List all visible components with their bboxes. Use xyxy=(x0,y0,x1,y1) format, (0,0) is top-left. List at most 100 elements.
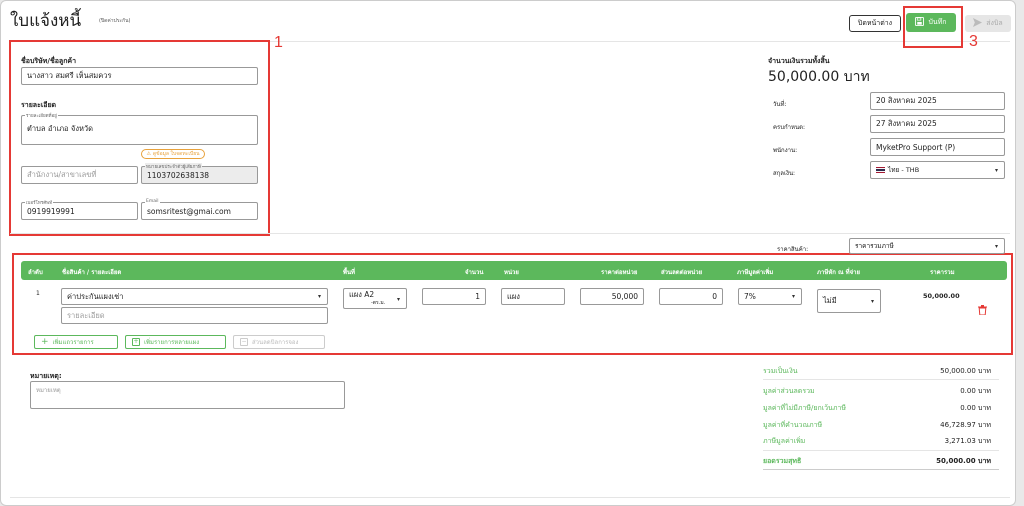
nontax-value: 0.00 บาท xyxy=(960,404,991,412)
notes-placeholder: หมายเหตุ xyxy=(36,387,61,394)
chevron-down-icon: ▾ xyxy=(396,296,400,303)
nontax-label: มูลค่าที่ไม่มีภาษี/ยกเว้นภาษี xyxy=(763,404,847,412)
grand-total-value: 50,000.00 บาท xyxy=(768,69,870,85)
area-sub: -ตร.ม. xyxy=(371,299,386,306)
add-row-button[interactable]: + เพิ่มแถวรายการ xyxy=(34,335,118,349)
branch-input[interactable]: สำนักงาน/สาขาเลขที่ xyxy=(21,166,138,184)
email-input[interactable]: somsritest@gmai.com xyxy=(141,202,258,220)
booking-discount-label: ส่วนลดบิลการจอง xyxy=(252,339,299,346)
col-discount: ส่วนลดต่อหน่วย xyxy=(661,269,703,276)
discount-total-label: มูลค่าส่วนลดรวม xyxy=(763,387,815,395)
product-detail-input[interactable]: รายละเอียด xyxy=(61,307,328,324)
discount-input[interactable]: 0 xyxy=(659,288,723,305)
area-select[interactable]: แผง A2 -ตร.ม. ▾ xyxy=(343,288,407,309)
product-detail-placeholder: รายละเอียด xyxy=(67,310,105,320)
chevron-down-icon: ▾ xyxy=(870,297,874,305)
tax-id-value: 1103702638138 xyxy=(147,170,210,180)
thai-flag-icon xyxy=(876,167,885,173)
discount-value: 0 xyxy=(712,292,717,301)
annotation-box-3 xyxy=(903,6,963,48)
send-icon xyxy=(973,18,983,29)
copy-plus-icon: + xyxy=(132,338,140,346)
page-subtitle: (ปิดค่าประกัน) xyxy=(99,18,131,24)
unit-value: แผง xyxy=(507,291,520,301)
totals-divider xyxy=(763,469,999,470)
address-value: ตำบล อำเภอ จังหวัด xyxy=(27,124,94,133)
date-input[interactable]: 20 สิงหาคม 2025 xyxy=(870,92,1005,110)
minus-box-icon: − xyxy=(240,338,248,346)
row-total: 50,000.00 xyxy=(923,292,960,300)
col-unit-price: ราคาต่อหน่วย xyxy=(601,269,638,276)
phone-value: 0919919991 xyxy=(27,206,75,216)
due-date-value: 27 สิงหาคม 2025 xyxy=(876,119,937,128)
taxable-label: มูลค่าที่คำนวณภาษี xyxy=(763,421,823,429)
qty-input[interactable]: 1 xyxy=(422,288,486,305)
due-date-input[interactable]: 27 สิงหาคม 2025 xyxy=(870,115,1005,133)
plus-icon: + xyxy=(41,337,49,347)
branch-placeholder: สำนักงาน/สาขาเลขที่ xyxy=(27,170,97,179)
warning-icon: ⚠ xyxy=(146,151,151,157)
price-type-select[interactable]: ราคารวมภาษี ▾ xyxy=(849,238,1005,254)
col-unit: หน่วย xyxy=(504,269,519,276)
unit-price-value: 50,000 xyxy=(611,292,638,301)
add-multiple-label: เพิ่มรายการหลายแผง xyxy=(144,339,200,346)
phone-label: เบอร์โทรศัพท์ xyxy=(25,199,54,206)
col-area: พื้นที่ xyxy=(343,269,356,276)
trash-icon[interactable] xyxy=(978,300,987,319)
customer-name-input[interactable]: นางสาว สมศรี เห็นสมควร xyxy=(21,67,258,85)
section-divider xyxy=(10,233,1010,234)
chevron-down-icon: ▾ xyxy=(791,293,795,300)
booking-discount-button[interactable]: − ส่วนลดบิลการจอง xyxy=(233,335,325,349)
chevron-down-icon: ▾ xyxy=(994,166,998,174)
wht-select[interactable]: ไม่มี ▾ xyxy=(817,289,881,313)
date-value: 20 สิงหาคม 2025 xyxy=(876,96,937,105)
wht-value: ไม่มี xyxy=(823,296,837,305)
col-total: ราคารวม xyxy=(930,269,955,276)
tax-lookup-badge[interactable]: ⚠ ดูข้อมูล ใบจดทะเบียน xyxy=(141,149,205,159)
send-label: ส่งบิล xyxy=(986,19,1003,27)
product-value: ค่าประกันแผงเช่า xyxy=(67,291,124,301)
net-total-label: ยอดรวมสุทธิ xyxy=(763,457,802,465)
detail-section-label: รายละเอียด xyxy=(21,101,57,109)
currency-select[interactable]: ไทย - THB ▾ xyxy=(870,161,1005,179)
taxable-value: 46,728.97 บาท xyxy=(940,421,991,429)
col-vat: ภาษีมูลค่าเพิ่ม xyxy=(737,269,774,276)
send-bill-button[interactable]: ส่งบิล xyxy=(965,15,1011,32)
footer-divider xyxy=(10,497,1010,498)
page-title: ใบแจ้งหนี้ xyxy=(10,11,82,31)
col-qty: จำนวน xyxy=(465,269,484,276)
email-value: somsritest@gmai.com xyxy=(147,206,231,216)
chevron-down-icon: ▾ xyxy=(994,242,998,250)
currency-label: สกุลเงิน: xyxy=(773,170,796,177)
col-wht: ภาษีหัก ณ ที่จ่าย xyxy=(817,269,860,276)
add-multiple-button[interactable]: + เพิ่มรายการหลายแผง xyxy=(125,335,226,349)
subtotal-label: รวมเป็นเงิน xyxy=(763,367,798,375)
vat-total-value: 3,271.03 บาท xyxy=(944,437,991,445)
totals-divider xyxy=(763,379,999,380)
tax-id-label: หมายเลขประจำตัวผู้เสียภาษี xyxy=(145,163,202,170)
notes-textarea[interactable]: หมายเหตุ xyxy=(30,381,345,409)
col-product: ชื่อสินค้า / รายละเอียด xyxy=(62,269,122,276)
net-total-value: 50,000.00 บาท xyxy=(936,457,991,465)
staff-value: MyketPro Support (P) xyxy=(876,142,956,152)
close-window-button[interactable]: ปิดหน้าต่าง xyxy=(849,15,901,32)
row-index: 1 xyxy=(36,290,40,297)
email-label: Email xyxy=(145,199,160,204)
date-label: วันที่: xyxy=(773,101,787,108)
currency-value: ไทย - THB xyxy=(888,166,920,174)
unit-price-input[interactable]: 50,000 xyxy=(580,288,644,305)
price-type-value: ราคารวมภาษี xyxy=(855,242,894,250)
annotation-number-3: 3 xyxy=(969,33,978,50)
product-select[interactable]: ค่าประกันแผงเช่า ▾ xyxy=(61,288,328,305)
staff-input[interactable]: MyketPro Support (P) xyxy=(870,138,1005,156)
subtotal-value: 50,000.00 บาท xyxy=(940,367,991,375)
address-textarea[interactable]: ตำบล อำเภอ จังหวัด xyxy=(21,115,258,145)
totals-divider xyxy=(763,450,999,451)
vat-select[interactable]: 7% ▾ xyxy=(738,288,802,305)
discount-total-value: 0.00 บาท xyxy=(960,387,991,395)
chevron-down-icon: ▾ xyxy=(317,293,321,300)
vat-total-label: ภาษีมูลค่าเพิ่ม xyxy=(763,437,806,445)
unit-input[interactable]: แผง xyxy=(501,288,565,305)
customer-name-label: ชื่อบริษัท/ชื่อลูกค้า xyxy=(21,57,77,65)
price-type-label: ราคาสินค้า: xyxy=(777,246,809,253)
